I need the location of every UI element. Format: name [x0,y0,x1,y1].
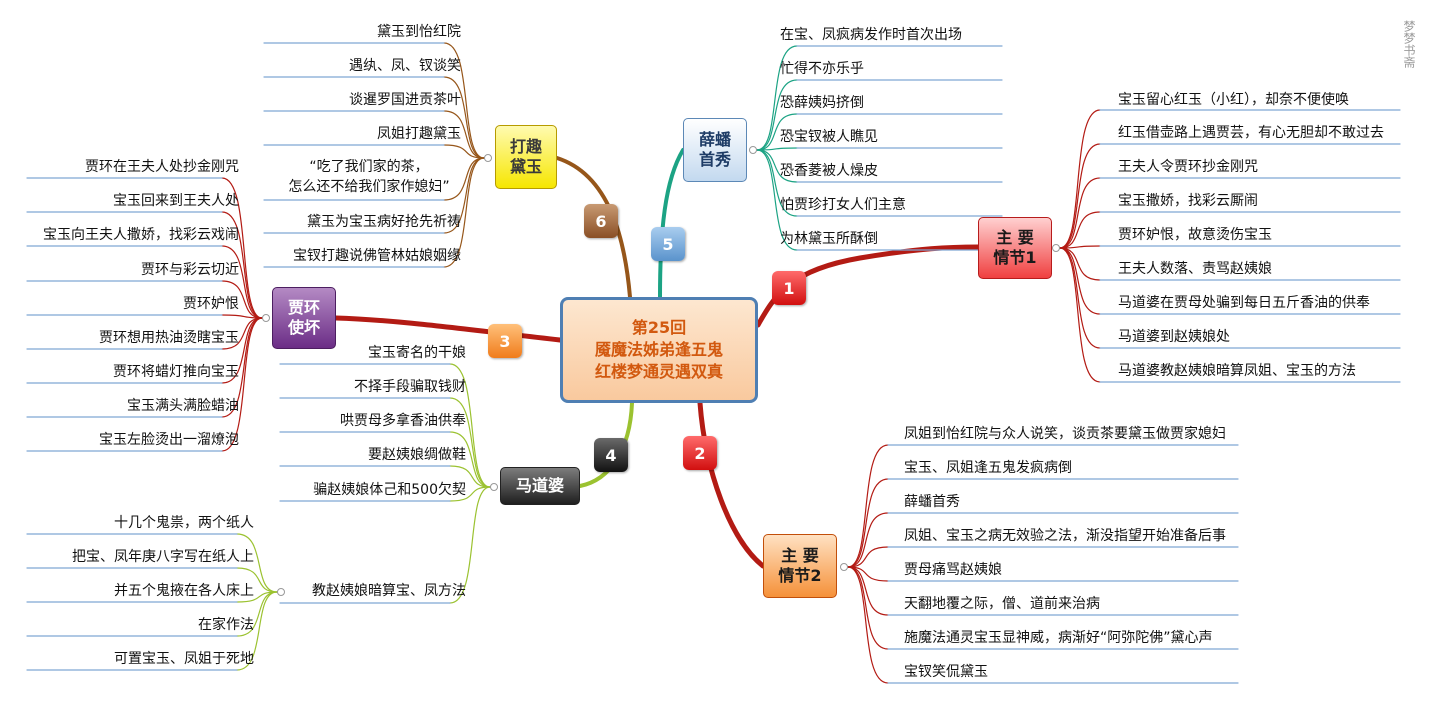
jiahuan-item: 贾环在王夫人处抄金刚咒 [85,159,239,175]
branch1-title-line1: 主 要 [996,228,1034,247]
xuepan-item: 恐香菱被人燥皮 [780,163,878,179]
plot2-item: 天翻地覆之际，僧、道前来治病 [904,596,1100,612]
daiyu-item: 黛玉到怡红院 [377,24,461,40]
daiyu-item: 遇纨、凤、钗谈笑 [349,58,461,74]
branch3-title-line1: 贾环 [287,298,320,317]
madaopo-item: 教赵姨娘暗算宝、凤方法 [312,583,466,599]
branch-main-plot-1[interactable]: 主 要 情节1 [978,217,1052,279]
plot1-item: 红玉借壶路上遇贾芸，有心无胆却不敢过去 [1118,125,1384,141]
plot1-item: 马道婆教赵姨娘暗算凤姐、宝玉的方法 [1118,363,1356,379]
madaopo-item: 骗赵姨娘体己和500欠契 [313,482,466,498]
badge-5: 5 [651,227,685,261]
branch4-knot[interactable] [490,483,498,491]
b1-fan-6 [1059,247,1101,315]
madaopo-subitem: 并五个鬼掖在各人床上 [114,583,254,599]
jiahuan-item: 宝玉左脸烫出一溜燎泡 [99,432,239,448]
trunk-2 [697,400,766,569]
central-topic-line3: 红楼梦通灵遇双真 [594,362,723,381]
jiahuan-item: 贾环与彩云切近 [141,262,239,278]
badge-3: 3 [488,324,522,358]
plot1-item: 马道婆到赵姨娘处 [1118,329,1230,345]
madaopo-subitem: 把宝、凤年庚八字写在纸人上 [72,549,254,565]
madaopo-item: 宝玉寄名的干娘 [368,345,466,361]
plot2-item: 薛蟠首秀 [904,494,960,510]
branch-madaopo[interactable]: 马道婆 [500,467,580,505]
plot1-item: 王夫人令贾环抄金刚咒 [1118,159,1258,175]
plot2-item: 施魔法通灵宝玉显神威，病渐好“阿弥陀佛”黛心声 [904,630,1213,646]
plot1-item: 宝玉撒娇，找彩云厮闹 [1118,193,1258,209]
mind-map: 梦梦书斋 第25回 魇魔法姊弟逢五鬼 红楼梦通灵遇双真 主 要 情节1 主 要 … [0,0,1432,702]
jiahuan-item: 贾环妒恨 [183,296,239,312]
branch1-title-line2: 情节1 [993,248,1037,267]
xuepan-item: 在宝、凤疯病发作时首次出场 [780,27,962,43]
b2-fan-2 [847,512,889,568]
branch3-knot[interactable] [262,314,270,322]
madaopo-item: 要赵姨娘绸做鞋 [368,447,466,463]
branch6-title-line2: 黛玉 [509,157,542,176]
b2-fan-5 [847,566,889,616]
plot1-item: 王夫人数落、责骂赵姨娘 [1118,261,1272,277]
daiyu-item: 宝钗打趣说佛管林姑娘姻缘 [293,248,461,264]
daiyu-quote-line1: “吃了我们家的茶， [309,159,429,175]
b1-fan-5 [1059,247,1101,281]
branch1-knot[interactable] [1052,244,1060,252]
branch-xuepan[interactable]: 薛蟠 首秀 [683,118,747,182]
central-topic-line1: 第25回 [631,318,687,337]
plot1-item: 贾环妒恨，故意烫伤宝玉 [1118,227,1272,243]
badge-6: 6 [584,204,618,238]
madaopo-subitem: 十几个鬼祟，两个纸人 [114,515,254,531]
branch2-title-line2: 情节2 [778,566,822,585]
daiyu-quote-line2: 怎么还不给我们家作媳妇” [288,179,450,195]
watermark: 梦梦书斋 [1402,20,1416,68]
daiyu-item: 凤姐打趣黛玉 [377,126,461,142]
central-topic-line2: 魇魔法姊弟逢五鬼 [594,340,723,359]
daiyu-item-quote: “吃了我们家的茶， 怎么还不给我们家作媳妇” [276,157,462,197]
badge-1: 1 [772,271,806,305]
central-topic[interactable]: 第25回 魇魔法姊弟逢五鬼 红楼梦通灵遇双真 [560,297,758,403]
branch5-title-line2: 首秀 [698,150,731,169]
plot1-item: 马道婆在贾母处骗到每日五斤香油的供奉 [1118,295,1370,311]
xuepan-item: 为林黛玉所酥倒 [780,231,878,247]
b1-fan-3 [1059,211,1101,249]
badge-2: 2 [683,436,717,470]
trunk-3 [333,315,563,343]
sub-knot[interactable] [277,588,285,596]
daiyu-item: 谈暹罗国进贡茶叶 [349,92,461,108]
trunk-5 [658,148,685,299]
branch5-title-line1: 薛蟠 [698,130,731,149]
branch2-knot[interactable] [840,563,848,571]
madaopo-subitem: 可置宝玉、凤姐于死地 [114,651,254,667]
madaopo-item: 不择手段骗取钱财 [354,379,466,395]
xuepan-item: 怕贾珍打女人们主意 [780,197,906,213]
plot1-item: 宝玉留心红玉（小红），却奈不便使唤 [1118,92,1349,108]
branch-daiyu[interactable]: 打趣 黛玉 [495,125,557,189]
plot2-item: 凤姐、宝玉之病无效验之法，渐没指望开始准备后事 [904,528,1226,544]
jiahuan-item: 贾环想用热油烫瞎宝玉 [99,330,239,346]
badge-4: 4 [594,438,628,472]
daiyu-item: 黛玉为宝玉病好抢先祈祷 [307,214,461,230]
jiahuan-item: 宝玉回来到王夫人处 [113,193,239,209]
madaopo-subitem: 在家作法 [198,617,254,633]
madaopo-item: 哄贾母多拿香油供奉 [340,413,466,429]
xuepan-item: 忙得不亦乐乎 [780,61,864,77]
jiahuan-item: 宝玉满头满脸蜡油 [127,398,239,414]
branch4-title: 马道婆 [515,476,564,495]
branch6-title-line1: 打趣 [509,137,542,156]
branch2-title-line1: 主 要 [781,546,819,565]
plot2-item: 贾母痛骂赵姨娘 [904,562,1002,578]
jiahuan-item: 贾环将蜡灯推向宝玉 [113,364,239,380]
b2-fan-0 [847,444,889,568]
branch3-title-line2: 使坏 [287,318,320,337]
branch-jiahuan[interactable]: 贾环 使坏 [272,287,336,349]
branch-main-plot-2[interactable]: 主 要 情节2 [763,534,837,598]
plot2-item: 宝钗笑侃黛玉 [904,664,988,680]
branch6-knot[interactable] [484,154,492,162]
b2-fan-7 [847,566,889,684]
branch5-knot[interactable] [749,146,757,154]
xuepan-item: 恐薛姨妈挤倒 [780,95,864,111]
plot2-item: 凤姐到怡红院与众人说笑，谈贡茶要黛玉做贾家媳妇 [904,426,1226,442]
xuepan-item: 恐宝钗被人瞧见 [780,129,878,145]
jiahuan-item: 宝玉向王夫人撒娇，找彩云戏闹 [43,227,239,243]
plot2-item: 宝玉、凤姐逢五鬼发疯病倒 [904,460,1072,476]
